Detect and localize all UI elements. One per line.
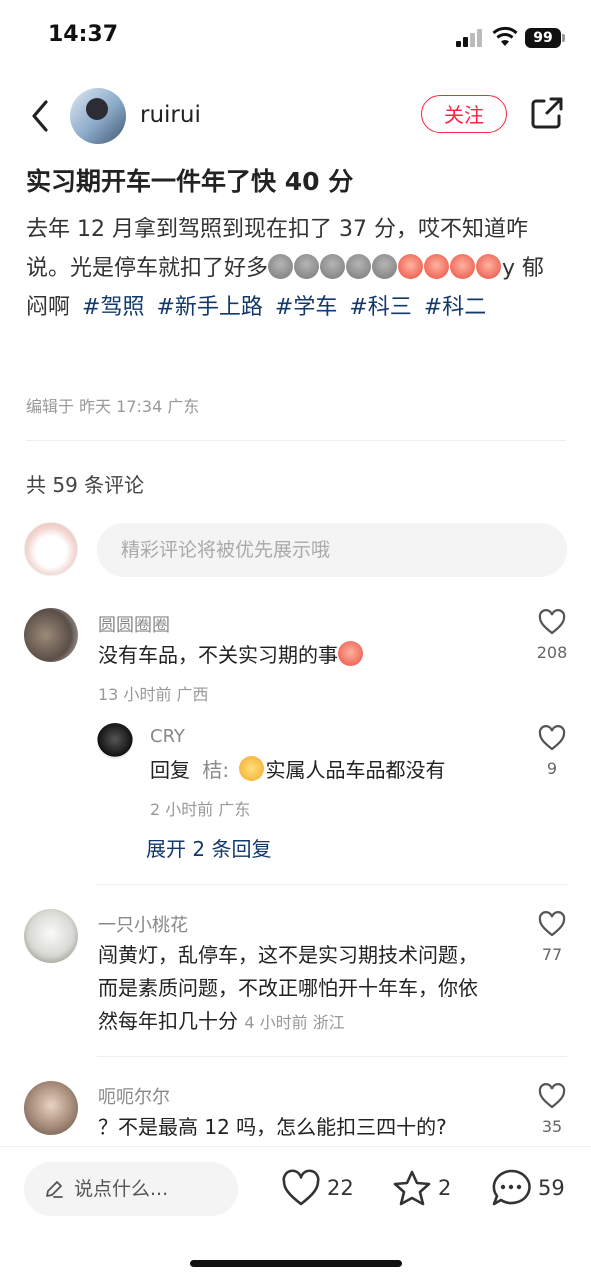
author-name[interactable]: ruirui [140,102,201,128]
comment-text-line: 而是素质问题，不改正哪怕开十年车，你依 [98,976,478,1000]
comment-text: 闯黄灯，乱停车，这不是实习期技术问题， 而是素质问题，不改正哪怕开十年车，你依 … [98,939,518,1039]
reply-author[interactable]: CRY [150,726,185,747]
comment-text-line: 然每年扣几十分 [98,1009,238,1033]
author-avatar[interactable] [70,88,126,144]
heart-icon [538,1083,566,1109]
post-body: 去年 12 月拿到驾照到现在扣了 37 分，哎不知道咋说。光是停车就扣了好多 y … [26,210,566,327]
star-count: 2 [438,1176,452,1200]
hashtag[interactable]: #学车 [275,295,337,320]
comment-avatar[interactable] [24,909,78,963]
emoji-orange [239,756,265,781]
like-post-count: 22 [327,1176,354,1200]
emoji-grey-4 [346,254,372,279]
like-button[interactable]: 35 [532,1083,572,1136]
like-post-icon[interactable] [281,1169,321,1207]
star-icon[interactable] [392,1169,432,1207]
like-button[interactable]: 9 [532,725,572,778]
divider [97,884,567,885]
hashtag[interactable]: #科三 [349,295,411,320]
comment-text: ？不是最高 12 吗，怎么能扣三四十的? [98,1115,447,1139]
emoji-cry-2 [424,254,450,279]
like-count: 208 [536,643,568,662]
comment-text-content: 没有车品，不关实习期的事 [98,643,338,667]
like-count: 77 [541,945,563,964]
hashtag[interactable]: #新手上路 [156,295,262,320]
comment-count: 共 59 条评论 [26,473,145,497]
divider [26,440,566,441]
comment-avatar[interactable] [24,608,78,662]
emoji-grey-2 [294,254,320,279]
reply-meta: 2 小时前 广东 [150,800,251,819]
post-meta: 编辑于 昨天 17:34 广东 [26,397,200,416]
reply-to-name[interactable]: 桔 [202,758,222,782]
comment-icon[interactable] [490,1168,532,1208]
comment-meta: 4 小时前 浙江 [244,1013,345,1032]
hashtag[interactable]: #驾照 [82,295,144,320]
battery-tip [562,34,565,42]
home-indicator [190,1260,402,1267]
emoji-cry-1 [398,254,424,279]
signal-icon [456,29,486,47]
heart-icon [538,609,566,635]
my-avatar [24,522,78,576]
pencil-icon [46,1181,63,1198]
comment-total: 59 [538,1176,565,1200]
like-button[interactable]: 208 [532,609,572,662]
comment-author[interactable]: 一只小桃花 [98,911,188,937]
like-button[interactable]: 77 [532,911,572,964]
heart-icon [538,911,566,937]
share-icon[interactable] [530,96,564,130]
emoji-shush [338,641,363,666]
comment-author[interactable]: 呃呃尔尔 [98,1083,170,1109]
follow-button[interactable]: 关注 [421,95,507,133]
heart-icon [538,725,566,751]
reply-text: 回复 桔: 实属人品车品都没有 [150,756,446,782]
wifi-icon [492,26,518,46]
comment-meta: 13 小时前 广西 [98,685,209,704]
comment-text: 没有车品，不关实习期的事 [98,639,364,672]
emoji-cry-4 [476,254,502,279]
like-count: 35 [541,1117,563,1136]
emoji-grey-3 [320,254,346,279]
reply-avatar[interactable] [97,723,133,759]
back-icon[interactable] [26,96,62,136]
emoji-grey-5 [372,254,398,279]
divider [97,1056,567,1057]
comment-author[interactable]: 圆圆圈圈 [98,611,170,637]
comment-input[interactable]: 精彩评论将被优先展示哦 [97,523,567,577]
reply-text-content: 实属人品车品都没有 [265,758,446,782]
reply-prefix: 回复 [150,758,190,782]
emoji-cry-3 [450,254,476,279]
status-time: 14:37 [48,22,119,47]
comment-text-line: 闯黄灯，乱停车，这不是实习期技术问题， [98,943,478,967]
expand-replies[interactable]: 展开 2 条回复 [146,833,271,862]
post-title: 实习期开车一件年了快 40 分 [26,167,354,196]
like-count: 9 [546,759,558,778]
hashtag[interactable]: #科二 [424,295,486,320]
emoji-grey-1 [268,254,294,279]
comment-avatar[interactable] [24,1081,78,1135]
battery-indicator: 99 [525,28,561,48]
